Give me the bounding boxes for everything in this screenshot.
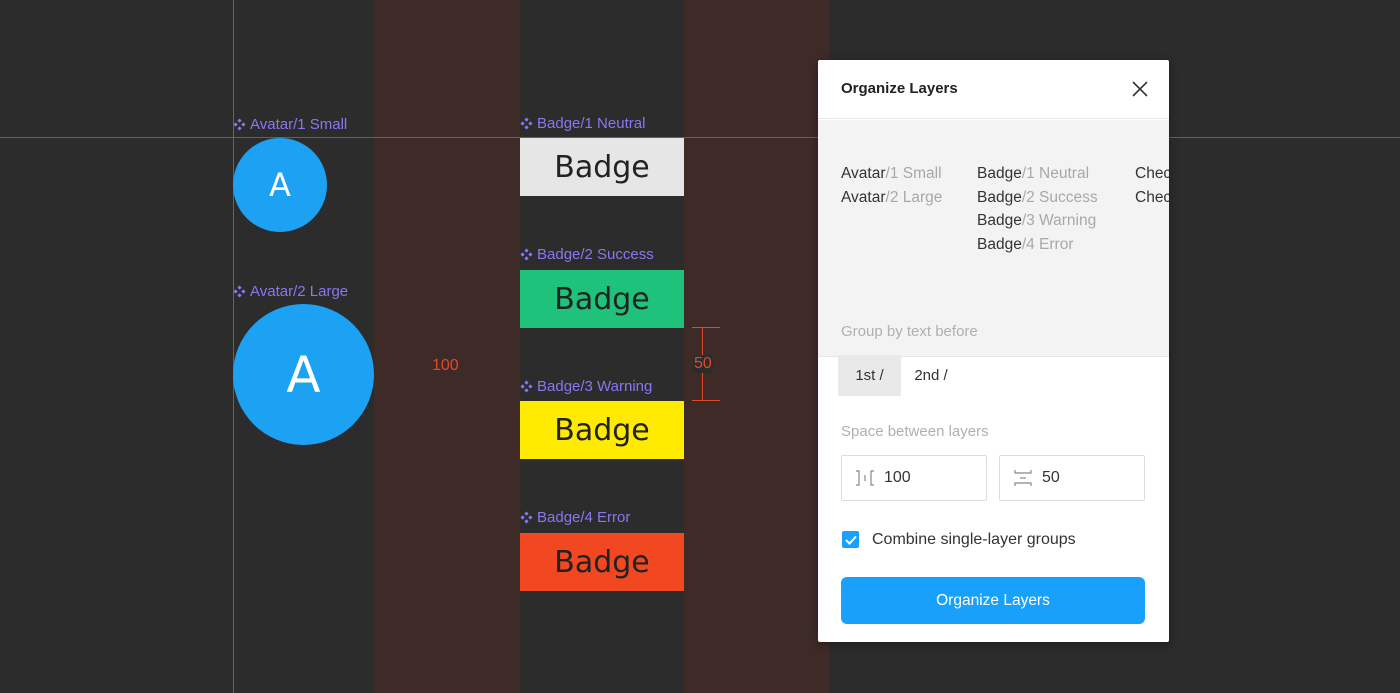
group-by-label: Group by text before [841,323,978,340]
component-label-text: Badge/2 Success [537,246,654,263]
component-icon [233,285,246,298]
component-label-text: Badge/3 Warning [537,378,653,395]
component-icon [520,511,533,524]
component-label-badge-error[interactable]: Badge/4 Error [520,509,630,526]
vertical-spacing-input[interactable]: 50 [999,455,1145,501]
organize-layers-panel: Organize Layers Avatar/1 Small Avatar/2 … [818,60,1169,642]
component-icon [520,380,533,393]
layer-preview: Avatar/1 Small Avatar/2 Large Badge/1 Ne… [818,120,1169,357]
preview-item: Avatar/2 Large [841,188,943,206]
preview-item: Badge/2 Success [977,188,1098,206]
horizontal-spacing-value: 100 [884,469,911,486]
preview-item: Badge/1 Neutral [977,165,1090,182]
group-option-2nd[interactable]: 2nd / [901,355,961,396]
preview-column-badge: Badge/1 Neutral Badge/2 Success Badge/3 … [977,162,1098,256]
avatar-letter: A [286,345,321,404]
preview-item: Badge/4 Error [977,235,1074,253]
component-icon [520,248,533,261]
component-label-badge-warning[interactable]: Badge/3 Warning [520,378,652,395]
horizontal-spacing-measure: 100 [432,357,459,374]
badge-error[interactable]: Badge [520,533,684,591]
vertical-spacing-value: 50 [1042,469,1060,486]
component-label-badge-neutral[interactable]: Badge/1 Neutral [520,115,645,132]
horizontal-spacing-band-2 [684,0,829,693]
preview-column-avatar: Avatar/1 Small Avatar/2 Large [841,162,942,209]
component-label-text: Avatar/2 Large [250,283,349,300]
preview-item: Chec [1135,188,1169,206]
organize-layers-button[interactable]: Organize Layers [841,577,1145,624]
component-label-text: Badge/4 Error [537,509,631,526]
component-icon [233,118,246,131]
vertical-spacing-icon [1014,470,1032,486]
avatar-letter: A [269,166,291,204]
horizontal-guide [0,137,1400,138]
dimension-tick-top [692,327,720,328]
combine-checkbox[interactable] [842,531,859,548]
combine-label[interactable]: Combine single-layer groups [872,531,1076,549]
dimension-tick-bottom [692,400,720,401]
component-icon [520,117,533,130]
component-label-text: Badge/1 Neutral [537,115,646,132]
panel-header: Organize Layers [818,60,1169,119]
badge-text: Badge [554,544,650,580]
avatar-large[interactable]: A [233,304,374,445]
badge-success[interactable]: Badge [520,270,684,328]
component-label-avatar-small[interactable]: Avatar/1 Small [233,116,347,133]
component-label-text: Avatar/1 Small [250,116,348,133]
preview-item: Chec [1135,165,1169,182]
badge-neutral[interactable]: Badge [520,138,684,196]
vertical-guide [233,0,234,693]
horizontal-spacing-icon [856,470,874,486]
badge-text: Badge [554,149,650,185]
checkmark-icon [844,535,857,545]
panel-title: Organize Layers [841,80,958,97]
preview-column-checkbox: Chec Chec [1135,162,1169,209]
close-icon[interactable] [1129,78,1151,100]
avatar-small[interactable]: A [233,138,327,232]
horizontal-spacing-band-1 [374,0,520,693]
badge-text: Badge [554,281,650,317]
component-label-avatar-large[interactable]: Avatar/2 Large [233,283,348,300]
badge-text: Badge [554,412,650,448]
group-option-1st[interactable]: 1st / [838,355,901,396]
preview-item: Badge/3 Warning [977,212,1097,229]
badge-warning[interactable]: Badge [520,401,684,459]
spacing-label: Space between layers [841,423,989,440]
preview-item: Avatar/1 Small [841,165,942,182]
component-label-badge-success[interactable]: Badge/2 Success [520,246,654,263]
horizontal-spacing-input[interactable]: 100 [841,455,987,501]
vertical-spacing-measure: 50 [693,355,713,373]
